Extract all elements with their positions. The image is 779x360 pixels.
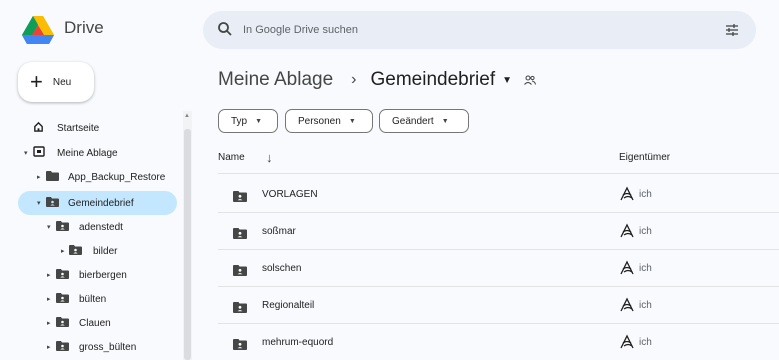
sidebar-item-label: bierbergen	[79, 269, 127, 281]
new-button[interactable]: + Neu	[18, 62, 94, 102]
sort-down-arrow-icon[interactable]: ↓	[266, 150, 273, 165]
search-input[interactable]	[243, 11, 703, 49]
table-row[interactable]: solschen ich	[218, 250, 779, 287]
sidebar-item-label: Gemeindebrief	[68, 197, 134, 209]
shared-folder-icon	[56, 292, 69, 306]
scroll-up-arrow-icon[interactable]: ▲	[184, 113, 190, 119]
sidebar-item-label: bilder	[93, 245, 118, 257]
owner-name: ich	[639, 300, 652, 311]
my-drive-icon	[33, 146, 45, 160]
column-header-owner[interactable]: Eigentümer	[619, 152, 670, 163]
expand-arrow-icon[interactable]: ▸	[61, 247, 65, 255]
owner-name: ich	[639, 189, 652, 200]
sidebar-item-label: Startseite	[57, 122, 100, 134]
owner-avatar-icon	[619, 223, 635, 244]
dropdown-arrow-icon: ▼	[255, 117, 263, 125]
table-row[interactable]: VORLAGEN ich	[218, 176, 779, 213]
header-divider	[218, 173, 779, 174]
shared-folder-icon	[56, 220, 69, 234]
sidebar-item-label: adenstedt	[79, 221, 123, 233]
expand-arrow-icon[interactable]: ▸	[47, 295, 51, 303]
file-name: Regionalteil	[262, 300, 315, 311]
folder-icon	[46, 170, 59, 184]
breadcrumb-separator: ›	[351, 71, 357, 88]
collapse-arrow-icon[interactable]: ▾	[47, 223, 51, 231]
shared-folder-icon	[56, 268, 69, 282]
owner-avatar-icon	[619, 186, 635, 207]
filter-chip-type[interactable]: Typ ▼	[218, 109, 278, 133]
search-options-icon[interactable]	[724, 22, 740, 43]
breadcrumb: Meine Ablage › Gemeindebrief ▼	[218, 69, 537, 91]
sidebar-item-label: Clauen	[79, 317, 111, 329]
table-row[interactable]: Regionalteil ich	[218, 287, 779, 324]
app-title: Drive	[64, 18, 104, 37]
dropdown-arrow-icon: ▼	[348, 117, 356, 125]
folder-menu-dropdown-icon[interactable]: ▼	[502, 75, 512, 86]
shared-folder-icon	[233, 337, 247, 355]
shared-folder-icon	[233, 263, 247, 281]
breadcrumb-parent[interactable]: Meine Ablage	[218, 69, 333, 91]
scrollbar-thumb[interactable]	[184, 129, 191, 360]
google-drive-logo[interactable]	[22, 16, 54, 44]
table-row[interactable]: soßmar ich	[218, 213, 779, 250]
sidebar-item-label: gross_bülten	[79, 341, 137, 353]
sidebar-item-label: Meine Ablage	[57, 147, 118, 159]
breadcrumb-current[interactable]: Gemeindebrief	[370, 69, 495, 91]
file-name: solschen	[262, 263, 302, 274]
owner-name: ich	[639, 226, 652, 237]
table-row[interactable]: mehrum-equord ich	[218, 324, 779, 360]
shared-folder-icon	[69, 244, 82, 258]
file-name: mehrum-equord	[262, 337, 334, 348]
expand-arrow-icon[interactable]: ▸	[47, 343, 51, 351]
owner-name: ich	[639, 263, 652, 274]
sidebar-item-label: App_Backup_Restore	[68, 171, 166, 183]
shared-folder-icon	[233, 189, 247, 207]
owner-avatar-icon	[619, 260, 635, 281]
expand-arrow-icon[interactable]: ▸	[37, 173, 41, 181]
expand-arrow-icon[interactable]: ▸	[47, 319, 51, 327]
dropdown-arrow-icon: ▼	[441, 117, 449, 125]
sidebar-scrollbar[interactable]: ▲	[183, 111, 192, 360]
new-button-label: Neu	[52, 76, 72, 88]
filter-chip-label: Typ	[231, 115, 248, 127]
shared-folder-icon	[56, 340, 69, 354]
file-name: VORLAGEN	[262, 189, 318, 200]
shared-folder-icon	[46, 196, 59, 210]
search-bar[interactable]	[203, 11, 756, 49]
filter-chip-label: Geändert	[392, 115, 434, 127]
shared-folder-icon	[233, 226, 247, 244]
sidebar-item-label: bülten	[79, 293, 107, 305]
expand-arrow-icon[interactable]: ▸	[47, 271, 51, 279]
column-header-name[interactable]: Name	[218, 152, 245, 163]
search-icon[interactable]	[217, 21, 233, 42]
filter-chip-people[interactable]: Personen ▼	[285, 109, 373, 133]
plus-icon: +	[30, 69, 43, 94]
owner-name: ich	[639, 337, 652, 348]
file-name: soßmar	[262, 226, 296, 237]
shared-folder-icon	[56, 316, 69, 330]
shared-people-icon[interactable]	[524, 69, 537, 91]
collapse-arrow-icon[interactable]: ▾	[24, 149, 28, 157]
filter-chip-modified[interactable]: Geändert ▼	[379, 109, 469, 133]
collapse-arrow-icon[interactable]: ▾	[37, 199, 41, 207]
shared-folder-icon	[233, 300, 247, 318]
home-icon	[33, 121, 44, 135]
owner-avatar-icon	[619, 334, 635, 355]
filter-chip-label: Personen	[298, 115, 341, 127]
owner-avatar-icon	[619, 297, 635, 318]
